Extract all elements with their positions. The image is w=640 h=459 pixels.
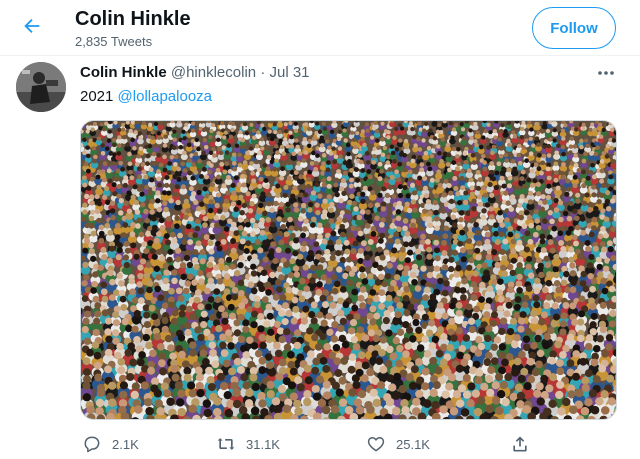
like-button[interactable]: 25.1K [364,432,430,456]
share-button[interactable] [508,432,532,456]
tweet-date[interactable]: Jul 31 [269,64,309,81]
retweet-icon [214,432,238,456]
avatar[interactable] [16,62,66,112]
back-button[interactable] [14,10,50,46]
tweet-header: Colin Hinkle @hinklecolin · Jul 31 [80,64,310,81]
more-horizontal-icon [597,63,615,81]
mention-link[interactable]: @lollapalooza [118,88,212,105]
like-count: 25.1K [396,436,430,452]
tweet-text-year: 2021 [80,88,114,105]
reply-count: 2.1K [112,436,139,452]
tweet-count: 2,835 Tweets [75,34,153,49]
profile-header: Colin Hinkle 2,835 Tweets Follow [0,0,640,56]
profile-name: Colin Hinkle [75,8,191,30]
reply-button[interactable]: 2.1K [80,432,139,456]
arrow-left-icon [21,15,43,42]
tweet-actions: 2.1K 31.1K 25.1K [80,432,620,456]
more-button[interactable] [594,62,618,82]
tweet-photo[interactable] [80,120,617,420]
separator-dot: · [260,64,266,81]
retweet-count: 31.1K [246,436,280,452]
reply-icon [80,432,104,456]
author-handle[interactable]: @hinklecolin [171,64,256,81]
heart-icon [364,432,388,456]
author-name[interactable]: Colin Hinkle [80,64,167,81]
tweet-text: 2021 @lollapalooza [80,88,212,105]
follow-button[interactable]: Follow [532,7,616,49]
share-icon [508,432,532,456]
retweet-button[interactable]: 31.1K [214,432,280,456]
